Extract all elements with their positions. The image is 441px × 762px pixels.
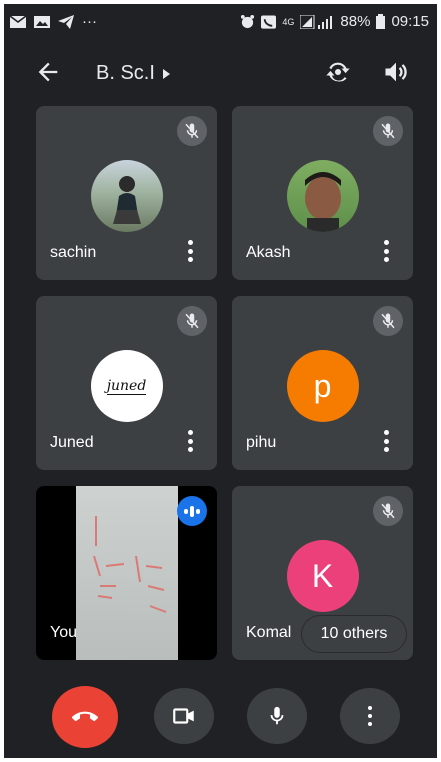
more-vert-icon [367,706,373,726]
more-vert-icon[interactable] [187,430,193,452]
end-call-icon [72,711,98,722]
avatar-logo-text: juned [106,377,147,395]
clock: 09:15 [391,13,429,30]
camera-preview [76,486,178,660]
mic-off-icon [373,116,403,146]
phone-screen: ··· 4G 88% 09:15 B. Sc.I sachin Akash ju… [4,4,437,758]
status-left: ··· [10,13,97,30]
more-vert-icon[interactable] [383,240,389,262]
network-type: 4G [282,16,295,27]
avatar-photo [286,160,359,232]
end-call-button[interactable] [52,686,118,748]
call-status-icon [261,14,277,29]
person-silhouette-icon [112,176,141,224]
participant-tile-juned[interactable]: juned Juned [36,296,217,470]
mic-toggle-button[interactable] [247,688,307,744]
flip-camera-icon[interactable] [324,58,352,86]
participant-name: You [50,624,77,641]
more-vert-icon[interactable] [187,240,193,262]
participant-tile-pihu[interactable]: p pihu [232,296,413,470]
more-notifications-icon: ··· [82,13,97,30]
camera-toggle-button[interactable] [154,688,214,744]
avatar-letter: K [286,540,359,612]
signal-icon [300,14,333,29]
others-chip[interactable]: 10 others [302,616,406,652]
participant-name: sachin [50,244,97,261]
speaking-indicator-icon [177,496,207,526]
app-bar: B. Sc.I [4,52,437,92]
face-icon [304,172,341,232]
participant-name: Juned [50,434,94,451]
mic-off-icon [177,306,207,336]
avatar-letter-text: p [313,367,332,404]
gallery-icon [34,15,50,28]
participant-name: Akash [246,244,291,261]
participant-name: Komal [246,624,292,641]
meeting-title[interactable]: B. Sc.I [96,62,170,85]
participant-name: pihu [246,434,277,451]
video-camera-icon [173,708,194,724]
mail-icon [10,15,26,28]
avatar-letter: p [286,350,359,422]
participant-tile-akash[interactable]: Akash [232,106,413,280]
mic-off-icon [177,116,207,146]
status-right: 4G 88% 09:15 [240,13,429,30]
battery-percent: 88% [340,13,371,30]
mic-off-icon [373,306,403,336]
avatar-letter-text: K [311,557,334,594]
meeting-title-text: B. Sc.I [96,62,155,84]
alarm-icon [241,14,255,29]
caret-right-icon [162,68,170,79]
avatar-logo: juned [90,350,163,422]
participant-tile-sachin[interactable]: sachin [36,106,217,280]
back-arrow-icon[interactable] [34,58,62,86]
more-vert-icon[interactable] [383,430,389,452]
status-bar: ··· 4G 88% 09:15 [4,4,437,40]
avatar-photo [90,160,163,232]
battery-icon [376,14,386,29]
telegram-icon [58,14,74,29]
microphone-icon [270,706,284,725]
participant-tile-you[interactable]: You [36,486,217,660]
camera-feed-scribbles [93,516,167,613]
more-options-button[interactable] [340,688,400,744]
mic-off-icon [373,496,403,526]
speaker-icon[interactable] [382,58,410,86]
